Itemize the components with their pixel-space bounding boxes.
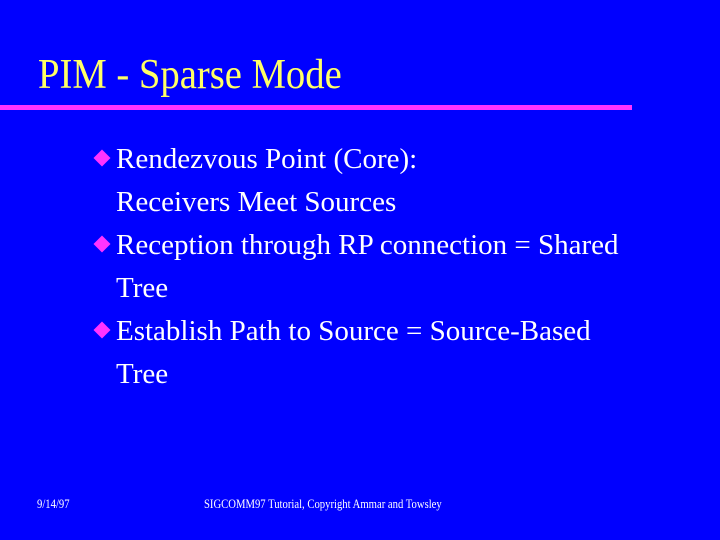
diamond-bullet-icon	[93, 149, 111, 167]
bullet-text-line2: Receivers Meet Sources	[116, 186, 397, 218]
bullet-text-line2: Tree	[116, 358, 169, 390]
slide-title: PIM - Sparse Mode	[38, 52, 342, 98]
bullet-text-line1: Rendezvous Point (Core):	[116, 143, 418, 175]
bullet-text-line2: Tree	[116, 272, 169, 304]
bullet-item: Reception through RP connection = Shared…	[93, 224, 703, 310]
diamond-bullet-icon	[93, 235, 111, 253]
bullet-text-line1: Reception through RP connection = Shared	[116, 229, 619, 261]
bullet-item: Rendezvous Point (Core): Receivers Meet …	[93, 138, 703, 224]
bullet-item: Establish Path to Source = Source-Based …	[93, 310, 703, 396]
footer-date: 9/14/97	[37, 496, 70, 511]
diamond-bullet-icon	[93, 321, 111, 339]
footer-copyright: SIGCOMM97 Tutorial, Copyright Ammar and …	[204, 496, 442, 511]
bullet-list: Rendezvous Point (Core): Receivers Meet …	[93, 138, 703, 396]
title-underline-rule	[0, 105, 632, 110]
bullet-text-line1: Establish Path to Source = Source-Based	[116, 315, 591, 347]
